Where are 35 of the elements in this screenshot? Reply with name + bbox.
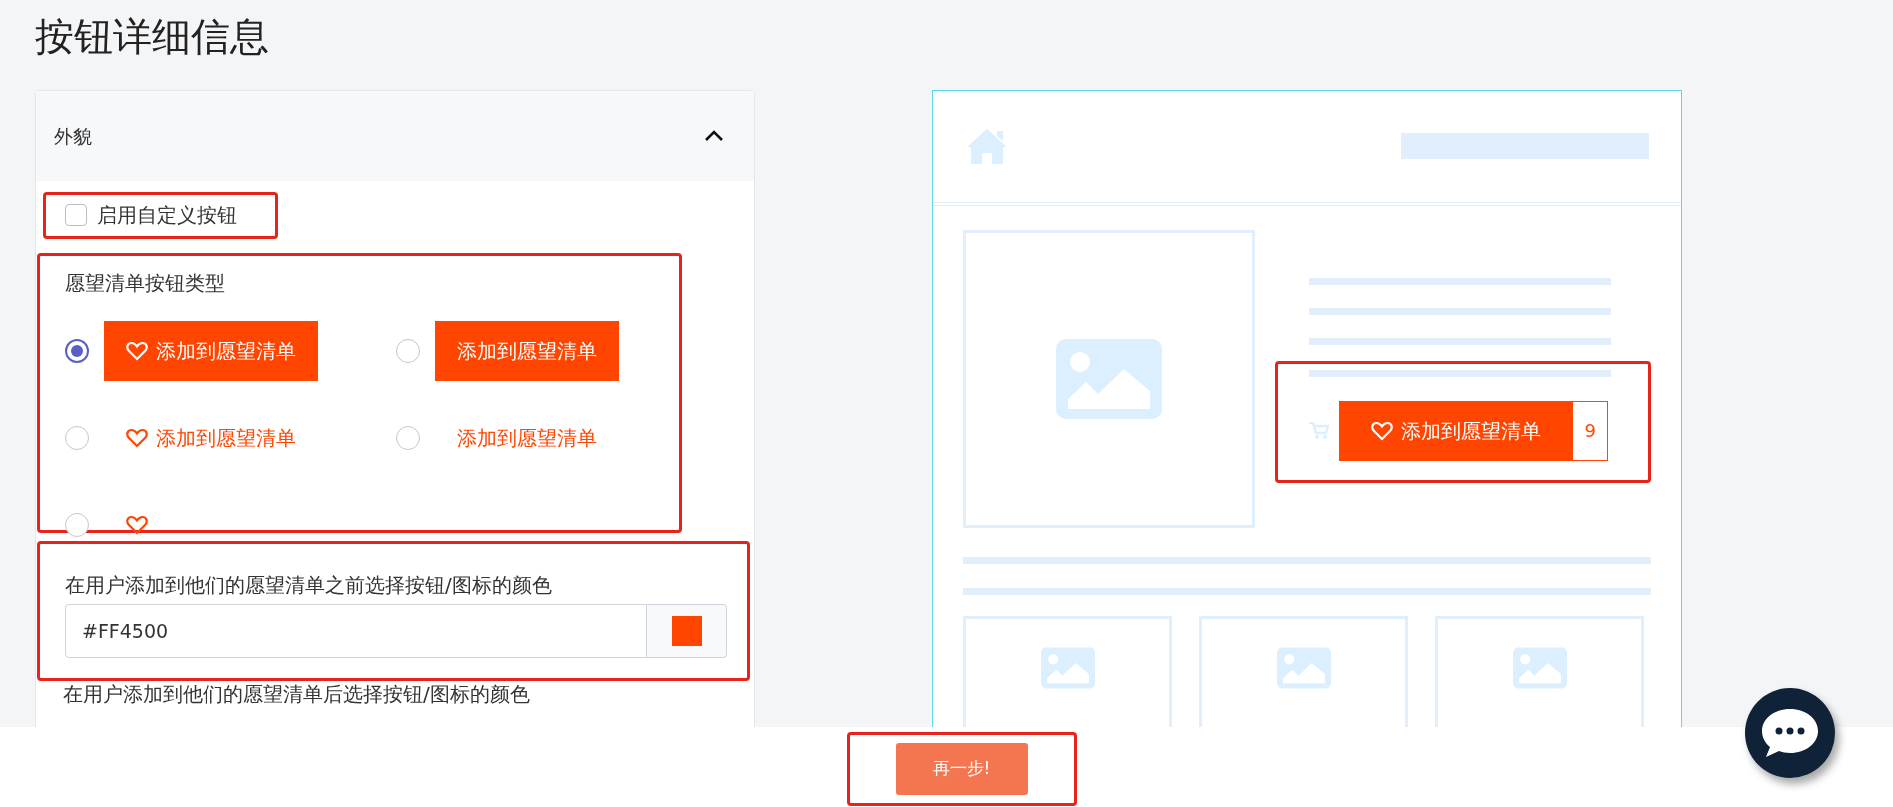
page-title: 按钮详细信息 xyxy=(35,14,270,61)
radio-button[interactable] xyxy=(396,339,420,364)
image-icon xyxy=(1056,338,1163,419)
next-button[interactable]: 再一步! xyxy=(895,743,1028,795)
field-label: 在用户添加到他们的愿望清单之前选择按钮/图标的颜色 xyxy=(65,571,552,599)
checkbox[interactable] xyxy=(65,204,87,227)
chevron-up-icon[interactable] xyxy=(704,128,724,143)
wishlist-count: 9 xyxy=(1572,400,1609,461)
image-icon xyxy=(1512,646,1567,689)
heart-icon xyxy=(126,515,148,536)
image-icon xyxy=(1276,646,1331,689)
chat-button[interactable] xyxy=(1745,688,1835,778)
wishlist-button-option[interactable]: 添加到愿望清单 xyxy=(104,321,318,382)
wishlist-button-option[interactable]: 添加到愿望清单 xyxy=(435,408,619,469)
radio-button[interactable] xyxy=(396,426,420,451)
color-swatch[interactable] xyxy=(671,615,702,646)
radio-button[interactable] xyxy=(65,339,89,364)
home-icon xyxy=(965,126,1009,167)
cart-icon xyxy=(1309,421,1330,440)
wishlist-button-option[interactable]: 添加到愿望清单 xyxy=(435,321,619,382)
heart-icon xyxy=(126,428,148,449)
section-title: 外貌 xyxy=(54,123,92,149)
color-picker-button[interactable] xyxy=(647,603,727,658)
heart-icon xyxy=(1370,420,1393,441)
field-label: 愿望清单按钮类型 xyxy=(65,269,226,297)
color-input[interactable]: #FF4500 xyxy=(65,603,647,658)
radio-button[interactable] xyxy=(65,426,89,451)
chat-icon xyxy=(1760,707,1820,759)
wishlist-button[interactable]: 添加到愿望清单 xyxy=(1339,400,1573,461)
radio-button[interactable] xyxy=(65,513,89,538)
checkbox-label: 启用自定义按钮 xyxy=(97,202,237,230)
heart-icon xyxy=(126,341,148,362)
field-label: 在用户添加到他们的愿望清单后选择按钮/图标的颜色 xyxy=(63,680,530,707)
image-icon xyxy=(1040,646,1095,689)
wishlist-button-option[interactable]: 添加到愿望清单 xyxy=(104,408,318,469)
